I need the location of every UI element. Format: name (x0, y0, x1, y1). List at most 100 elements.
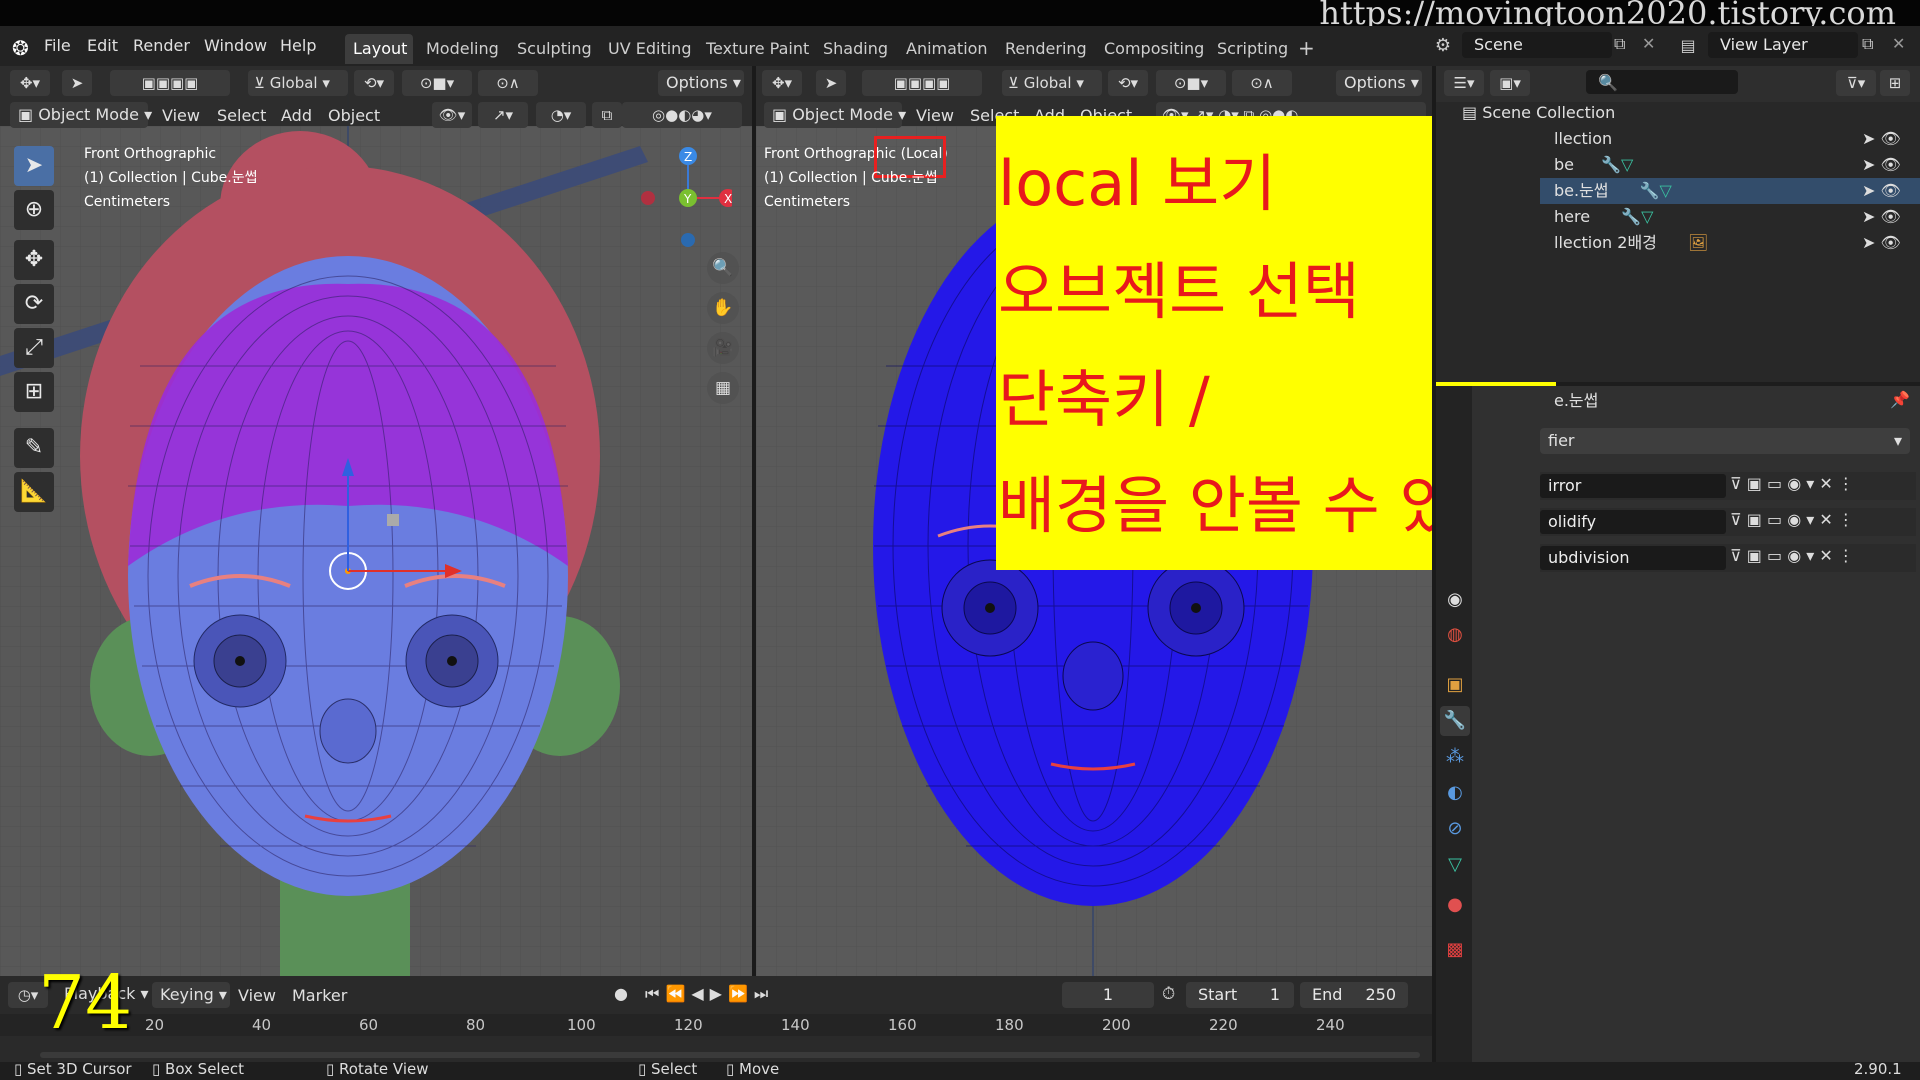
current-frame-field[interactable]: 1 (1062, 982, 1154, 1008)
tab-sculpting[interactable]: Sculpting (509, 34, 600, 64)
snap-right-icon[interactable]: ⊙■▾ (1156, 70, 1226, 96)
outliner-select-eye-icons[interactable]: ➤ 👁 ➤ 👁 ➤ 👁 ➤ 👁 ➤ 👁 (1862, 126, 1901, 256)
constraints-tab-icon[interactable]: ⊘ (1440, 814, 1470, 844)
vp-left-view-menu[interactable]: View (162, 104, 200, 128)
visibility-left-icon[interactable]: 👁▾ (432, 102, 472, 128)
timeline-scrollbar[interactable] (40, 1052, 1420, 1058)
material-tab-icon[interactable]: ● (1440, 890, 1470, 920)
orientation-right[interactable]: ⊻ Global ▾ (1002, 70, 1102, 96)
xray-left-icon[interactable]: ⧉ (592, 102, 622, 128)
add-modifier-button[interactable]: fier ▾ (1540, 428, 1910, 454)
world-tab-icon[interactable]: ◍ (1440, 620, 1470, 650)
selection-mode-buttons[interactable]: ▣▣▣▣ (110, 70, 230, 96)
editor-type-right-icon[interactable]: ✥▾ (762, 70, 802, 96)
new-view-layer-icon[interactable]: ⧉ (1862, 34, 1873, 54)
select-tool-right-icon[interactable]: ➤ (816, 70, 846, 96)
tab-compositing[interactable]: Compositing (1096, 34, 1212, 64)
vp-left-object-menu[interactable]: Object (328, 104, 380, 128)
object-tab-icon[interactable]: ▣ (1440, 670, 1470, 700)
timeline-track[interactable] (0, 1036, 1432, 1062)
menu-file[interactable]: File (44, 34, 71, 58)
measure-tool-icon[interactable]: 📐 (14, 472, 54, 512)
tab-shading[interactable]: Shading (815, 34, 896, 64)
rotate-tool-icon[interactable]: ⟳ (14, 284, 54, 324)
start-frame-field[interactable]: Start 1 (1186, 982, 1294, 1008)
data-tab-icon[interactable]: ▽ (1440, 850, 1470, 880)
scale-tool-icon[interactable]: ⤢ (14, 328, 54, 368)
outliner-display-icon[interactable]: ▣▾ (1490, 70, 1530, 96)
menu-window[interactable]: Window (204, 34, 267, 58)
overlay-left-icon[interactable]: ◔▾ (536, 102, 586, 128)
transform-tool-icon[interactable]: ⊞ (14, 372, 54, 412)
modifier-subdivision-name[interactable]: ubdivision (1540, 546, 1726, 570)
physics-tab-icon[interactable]: ◐ (1440, 778, 1470, 808)
particles-tab-icon[interactable]: ⁂ (1440, 742, 1470, 772)
clock-icon[interactable]: ⏱ (1162, 984, 1175, 1004)
proportional-right-icon[interactable]: ⊙∧ (1232, 70, 1292, 96)
tab-scripting[interactable]: Scripting (1209, 34, 1296, 64)
camera-icon[interactable]: 🎥 (707, 332, 739, 364)
modifier-subdivision[interactable]: ubdivision ⊽ ▣ ▭ ◉ ▾ ✕ ⋮ (1540, 544, 1916, 572)
new-collection-icon[interactable]: ⊞ (1880, 70, 1910, 96)
tab-animation[interactable]: Animation (898, 34, 996, 64)
outliner-row-cube[interactable]: be 🔧▽ (1554, 152, 1910, 178)
modifier-solidify-toggles[interactable]: ⊽ ▣ ▭ ◉ ▾ ✕ ⋮ (1730, 510, 1854, 529)
move-tool-icon[interactable]: ✥ (14, 240, 54, 280)
blender-logo-icon[interactable]: ❂ (12, 36, 29, 60)
modifier-tab-icon[interactable]: 🔧 (1440, 706, 1470, 736)
vp-left-select-menu[interactable]: Select (217, 104, 266, 128)
timeline-marker-menu[interactable]: Marker (292, 984, 347, 1008)
select-box-tool-icon[interactable]: ➤ (14, 146, 54, 186)
modifier-mirror[interactable]: irror ⊽ ▣ ▭ ◉ ▾ ✕ ⋮ (1540, 472, 1916, 500)
pivot-left-icon[interactable]: ⟲▾ (354, 70, 394, 96)
view-layer-field[interactable]: View Layer (1708, 32, 1858, 58)
texture-tab-icon[interactable]: ▩ (1440, 935, 1470, 965)
modifier-solidify-name[interactable]: olidify (1540, 510, 1726, 534)
pivot-right-icon[interactable]: ⟲▾ (1108, 70, 1148, 96)
menu-edit[interactable]: Edit (87, 34, 118, 58)
orientation-left[interactable]: ⊻ Global ▾ (248, 70, 348, 96)
scene-icon[interactable]: ⚙ (1428, 32, 1458, 60)
vp-left-add-menu[interactable]: Add (281, 104, 312, 128)
vp-right-view-menu[interactable]: View (916, 104, 954, 128)
snap-left-icon[interactable]: ⊙■▾ (402, 70, 472, 96)
delete-scene-icon[interactable]: ✕ (1642, 34, 1655, 53)
outliner-row-sphere[interactable]: here 🔧▽ (1554, 204, 1910, 230)
mode-right-select[interactable]: ▣ Object Mode ▾ (764, 102, 906, 128)
outliner-editor-icon[interactable]: ☰▾ (1444, 70, 1484, 96)
keying-menu[interactable]: Keying ▾ (152, 982, 230, 1008)
selection-mode-right-buttons[interactable]: ▣▣▣▣ (862, 70, 982, 96)
new-scene-icon[interactable]: ⧉ (1614, 34, 1625, 54)
annotate-tool-icon[interactable]: ✎ (14, 428, 54, 468)
tab-layout[interactable]: Layout (345, 34, 413, 64)
navigation-gizmo[interactable]: Z Y X (632, 142, 737, 262)
playback-controls[interactable]: ● ⏮⏪◀▶⏩⏭ (614, 984, 774, 1004)
add-workspace-icon[interactable]: + (1298, 36, 1315, 60)
outliner-row-collection2[interactable]: llection 2배경 🖼 (1554, 230, 1910, 256)
view-layer-icon[interactable]: ▤ (1670, 32, 1706, 60)
outliner-row-cube-eyebrow[interactable]: be.눈썹 🔧▽ (1554, 178, 1910, 204)
gizmo-left-icon[interactable]: ↗▾ (478, 102, 528, 128)
render-tab-icon[interactable]: ◉ (1440, 585, 1470, 615)
tab-rendering[interactable]: Rendering (997, 34, 1095, 64)
filter-icon[interactable]: ⊽▾ (1836, 70, 1876, 96)
cursor-tool-icon[interactable]: ⊕ (14, 190, 54, 230)
options-left-button[interactable]: Options ▾ (658, 70, 744, 96)
tab-texture-paint[interactable]: Texture Paint (698, 34, 817, 64)
zoom-icon[interactable]: 🔍 (707, 252, 739, 284)
modifier-mirror-name[interactable]: irror (1540, 474, 1726, 498)
menu-help[interactable]: Help (280, 34, 316, 58)
mode-left-select[interactable]: ▣ Object Mode ▾ (10, 102, 152, 128)
scene-field[interactable]: Scene (1462, 32, 1612, 58)
shading-left-buttons[interactable]: ◎●◐◕▾ (622, 102, 742, 128)
modifier-subdivision-toggles[interactable]: ⊽ ▣ ▭ ◉ ▾ ✕ ⋮ (1730, 546, 1854, 565)
end-frame-field[interactable]: End 250 (1300, 982, 1408, 1008)
timeline-view-menu[interactable]: View (238, 984, 276, 1008)
pan-hand-icon[interactable]: ✋ (707, 292, 739, 324)
proportional-left-icon[interactable]: ⊙∧ (478, 70, 538, 96)
grid-toggle-icon[interactable]: ▦ (707, 372, 739, 404)
menu-render[interactable]: Render (133, 34, 190, 58)
scene-collection-row[interactable]: ▤ Scene Collection (1462, 100, 1615, 126)
modifier-solidify[interactable]: olidify ⊽ ▣ ▭ ◉ ▾ ✕ ⋮ (1540, 508, 1916, 536)
delete-view-layer-icon[interactable]: ✕ (1892, 34, 1905, 53)
